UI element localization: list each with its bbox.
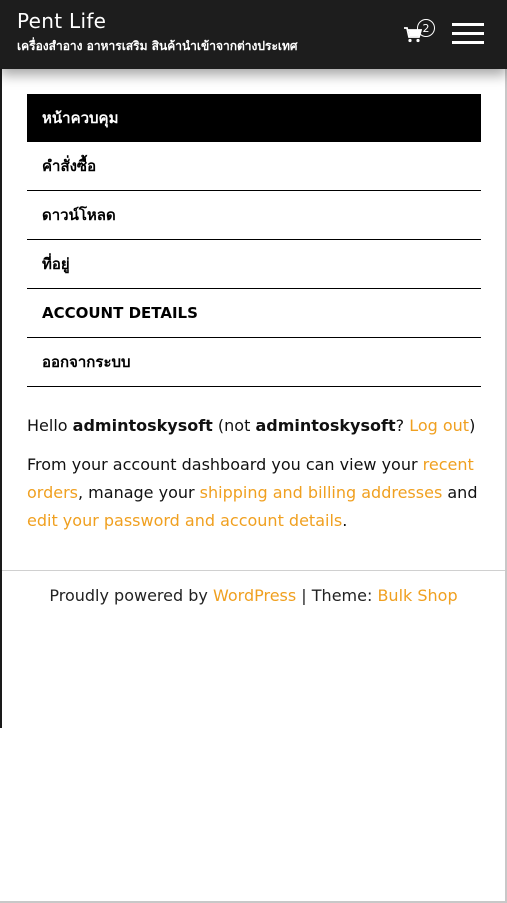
powered-text: Proudly powered by — [49, 586, 208, 605]
nav-item-dashboard[interactable]: หน้าควบคุม — [27, 94, 481, 142]
dashboard-text: . — [342, 511, 348, 530]
account-navigation: หน้าควบคุม คำสั่งซื้อ ดาวน์โหลด ที่อยู่ … — [27, 94, 481, 387]
hello-paragraph: Hello admintoskysoft (not admintoskysoft… — [27, 412, 481, 440]
logout-link[interactable]: Log out — [409, 416, 469, 435]
hello-text: Hello — [27, 416, 68, 435]
menu-toggle-icon[interactable] — [452, 23, 484, 45]
nav-item-addresses[interactable]: ที่อยู่ — [27, 240, 481, 289]
menu-bar — [452, 32, 484, 35]
menu-bar — [452, 41, 484, 44]
theme-text: Theme: — [311, 586, 373, 605]
footer-separator: | — [301, 586, 307, 605]
dashboard-paragraph: From your account dashboard you can view… — [27, 451, 481, 535]
dashboard-content: Hello admintoskysoft (not admintoskysoft… — [27, 412, 481, 546]
nav-item-orders[interactable]: คำสั่งซื้อ — [27, 142, 481, 191]
footer-divider — [2, 570, 505, 571]
addresses-link[interactable]: shipping and billing addresses — [200, 483, 443, 502]
cart-count-badge[interactable]: 2 — [417, 19, 435, 37]
nav-item-logout[interactable]: ออกจากระบบ — [27, 338, 481, 387]
account-details-link[interactable]: edit your password and account details — [27, 511, 342, 530]
nav-item-account-details[interactable]: ACCOUNT DETAILS — [27, 289, 481, 338]
question-mark: ? — [395, 416, 405, 435]
site-title[interactable]: Pent Life — [17, 9, 106, 33]
site-header: Pent Life เครื่องสำอาง อาหารเสริม สินค้า… — [0, 0, 507, 69]
theme-link[interactable]: Bulk Shop — [377, 586, 457, 605]
dashboard-text: and — [447, 483, 478, 502]
left-edge-strip — [0, 68, 2, 728]
dashboard-text: , manage your — [78, 483, 195, 502]
site-footer: Proudly powered by WordPress | Theme: Bu… — [0, 586, 507, 605]
username: admintoskysoft — [72, 416, 213, 435]
menu-bar — [452, 23, 484, 26]
wordpress-link[interactable]: WordPress — [213, 586, 296, 605]
close-paren: ) — [469, 416, 476, 435]
nav-item-downloads[interactable]: ดาวน์โหลด — [27, 191, 481, 240]
not-text: (not — [217, 416, 251, 435]
username-repeat: admintoskysoft — [255, 416, 396, 435]
dashboard-text: From your account dashboard you can view… — [27, 455, 418, 474]
site-description: เครื่องสำอาง อาหารเสริม สินค้านำเข้าจากต… — [17, 39, 298, 53]
